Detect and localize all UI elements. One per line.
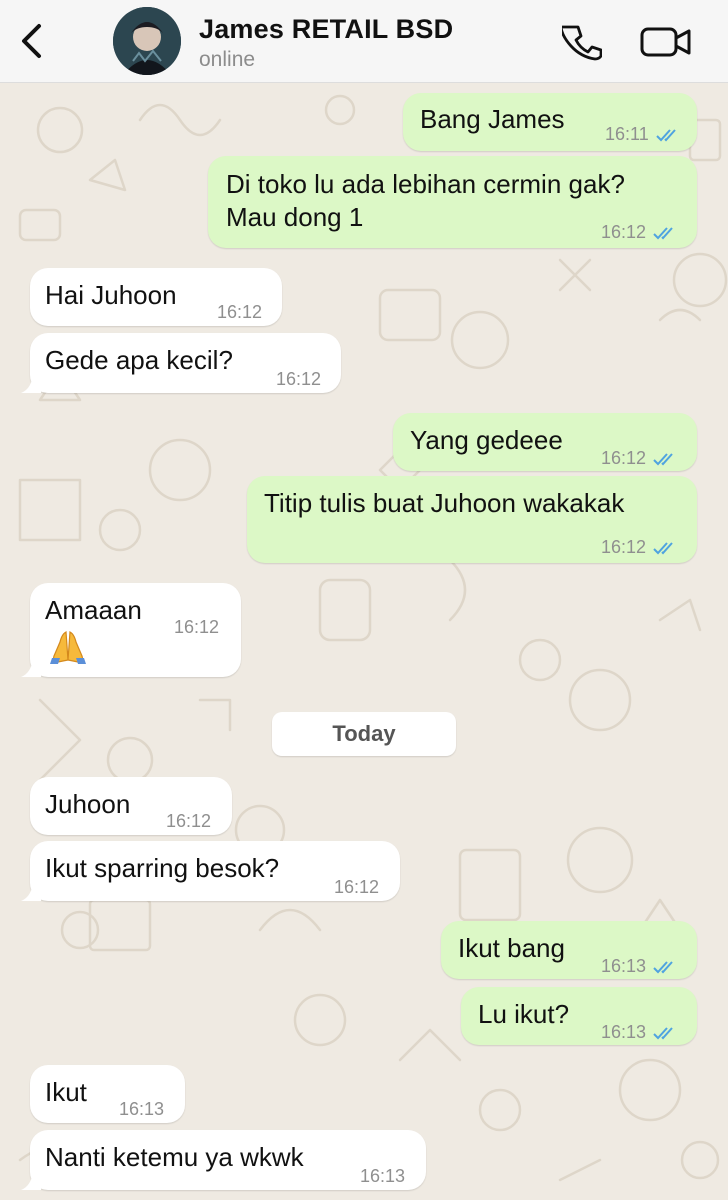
message-meta: 16:12 xyxy=(601,216,680,249)
bubble-tail xyxy=(21,883,41,901)
double-check-icon xyxy=(653,1026,673,1039)
chat-header: James RETAIL BSD online xyxy=(0,0,728,83)
message-meta: 16:13 xyxy=(601,950,680,983)
bubble-tail xyxy=(21,1172,41,1190)
double-check-icon xyxy=(653,960,673,973)
message-time: 16:12 xyxy=(217,302,263,322)
message-text-line: Di toko lu ada lebihan cermin gak? xyxy=(226,169,625,199)
folded-hands-emoji xyxy=(50,631,86,664)
message-meta: 16:11 xyxy=(605,118,683,151)
message-time: 16:13 xyxy=(601,956,647,976)
message-time: 16:13 xyxy=(360,1166,406,1186)
phone-icon xyxy=(562,25,602,61)
message-time: 16:12 xyxy=(166,811,212,831)
chevron-left-icon xyxy=(22,24,41,58)
message-meta: 16:12 xyxy=(276,363,321,396)
message-text: Ikut sparring besok? xyxy=(45,853,280,883)
message-text: Titip tulis buat Juhoon wakakak xyxy=(264,488,625,518)
message-text: Bang James xyxy=(420,104,565,134)
message-incoming[interactable]: Nanti ketemu ya wkwk 16:13 xyxy=(21,1130,426,1193)
message-text: Ikut xyxy=(45,1077,87,1107)
contact-status: online xyxy=(199,48,256,71)
message-meta: 16:12 xyxy=(601,531,680,564)
video-call-button[interactable] xyxy=(638,24,694,60)
double-check-icon xyxy=(656,128,676,141)
message-meta: 16:13 xyxy=(601,1016,680,1049)
message-time: 16:12 xyxy=(601,448,647,468)
message-meta: 16:12 xyxy=(217,296,262,329)
message-outgoing[interactable]: Yang gedeee 16:12 xyxy=(393,413,697,471)
message-time: 16:12 xyxy=(276,369,322,389)
double-check-icon xyxy=(653,541,673,554)
message-text: Lu ikut? xyxy=(478,999,570,1029)
message-incoming[interactable]: Amaaan 16:12 xyxy=(21,583,241,677)
message-text: Hai Juhoon xyxy=(45,280,177,310)
message-outgoing[interactable]: Di toko lu ada lebihan cermin gak? Mau d… xyxy=(208,156,697,248)
video-camera-icon xyxy=(640,27,691,57)
message-text: Nanti ketemu ya wkwk xyxy=(45,1142,304,1172)
message-outgoing[interactable]: Lu ikut? 16:13 xyxy=(461,987,697,1045)
bubble-tail xyxy=(21,375,41,393)
message-incoming[interactable]: Gede apa kecil? 16:12 xyxy=(21,333,341,396)
bubble-tail xyxy=(21,659,41,677)
message-time: 16:13 xyxy=(119,1099,165,1119)
message-list[interactable]: Bang James 16:11 Di toko lu ada lebihan … xyxy=(0,83,728,1200)
message-meta: 16:12 xyxy=(174,611,219,644)
message-incoming[interactable]: Hai Juhoon 16:12 xyxy=(30,268,282,326)
message-time: 16:12 xyxy=(174,617,220,637)
message-outgoing[interactable]: Ikut bang 16:13 xyxy=(441,921,697,979)
message-meta: 16:12 xyxy=(334,871,379,904)
message-meta: 16:13 xyxy=(360,1160,405,1193)
message-incoming[interactable]: Ikut sparring besok? 16:12 xyxy=(21,841,400,904)
message-text: Juhoon xyxy=(45,789,131,819)
message-time: 16:13 xyxy=(601,1022,647,1042)
message-outgoing[interactable]: Bang James 16:11 xyxy=(403,93,697,151)
message-meta: 16:12 xyxy=(166,805,211,838)
message-outgoing[interactable]: Titip tulis buat Juhoon wakakak 16:12 xyxy=(247,476,697,563)
message-text: Amaaan xyxy=(45,595,142,625)
message-meta: 16:12 xyxy=(601,442,680,475)
message-text-line: Mau dong 1 xyxy=(226,202,364,232)
message-text: Yang gedeee xyxy=(410,425,563,455)
voice-call-button[interactable] xyxy=(560,20,604,64)
message-incoming[interactable]: Ikut 16:13 xyxy=(30,1065,185,1123)
message-time: 16:12 xyxy=(334,877,380,897)
date-separator: Today xyxy=(272,712,456,756)
message-meta: 16:13 xyxy=(119,1093,164,1126)
double-check-icon xyxy=(653,226,673,239)
message-time: 16:11 xyxy=(605,124,649,144)
contact-name[interactable]: James RETAIL BSD xyxy=(199,14,453,45)
double-check-icon xyxy=(653,452,673,465)
message-text: Gede apa kecil? xyxy=(45,345,233,375)
message-text: Ikut bang xyxy=(458,933,565,963)
avatar-image xyxy=(113,7,181,75)
back-button[interactable] xyxy=(14,21,48,61)
message-incoming[interactable]: Juhoon 16:12 xyxy=(30,777,232,835)
message-time: 16:12 xyxy=(601,537,647,557)
avatar[interactable] xyxy=(113,7,181,75)
message-time: 16:12 xyxy=(601,222,647,242)
